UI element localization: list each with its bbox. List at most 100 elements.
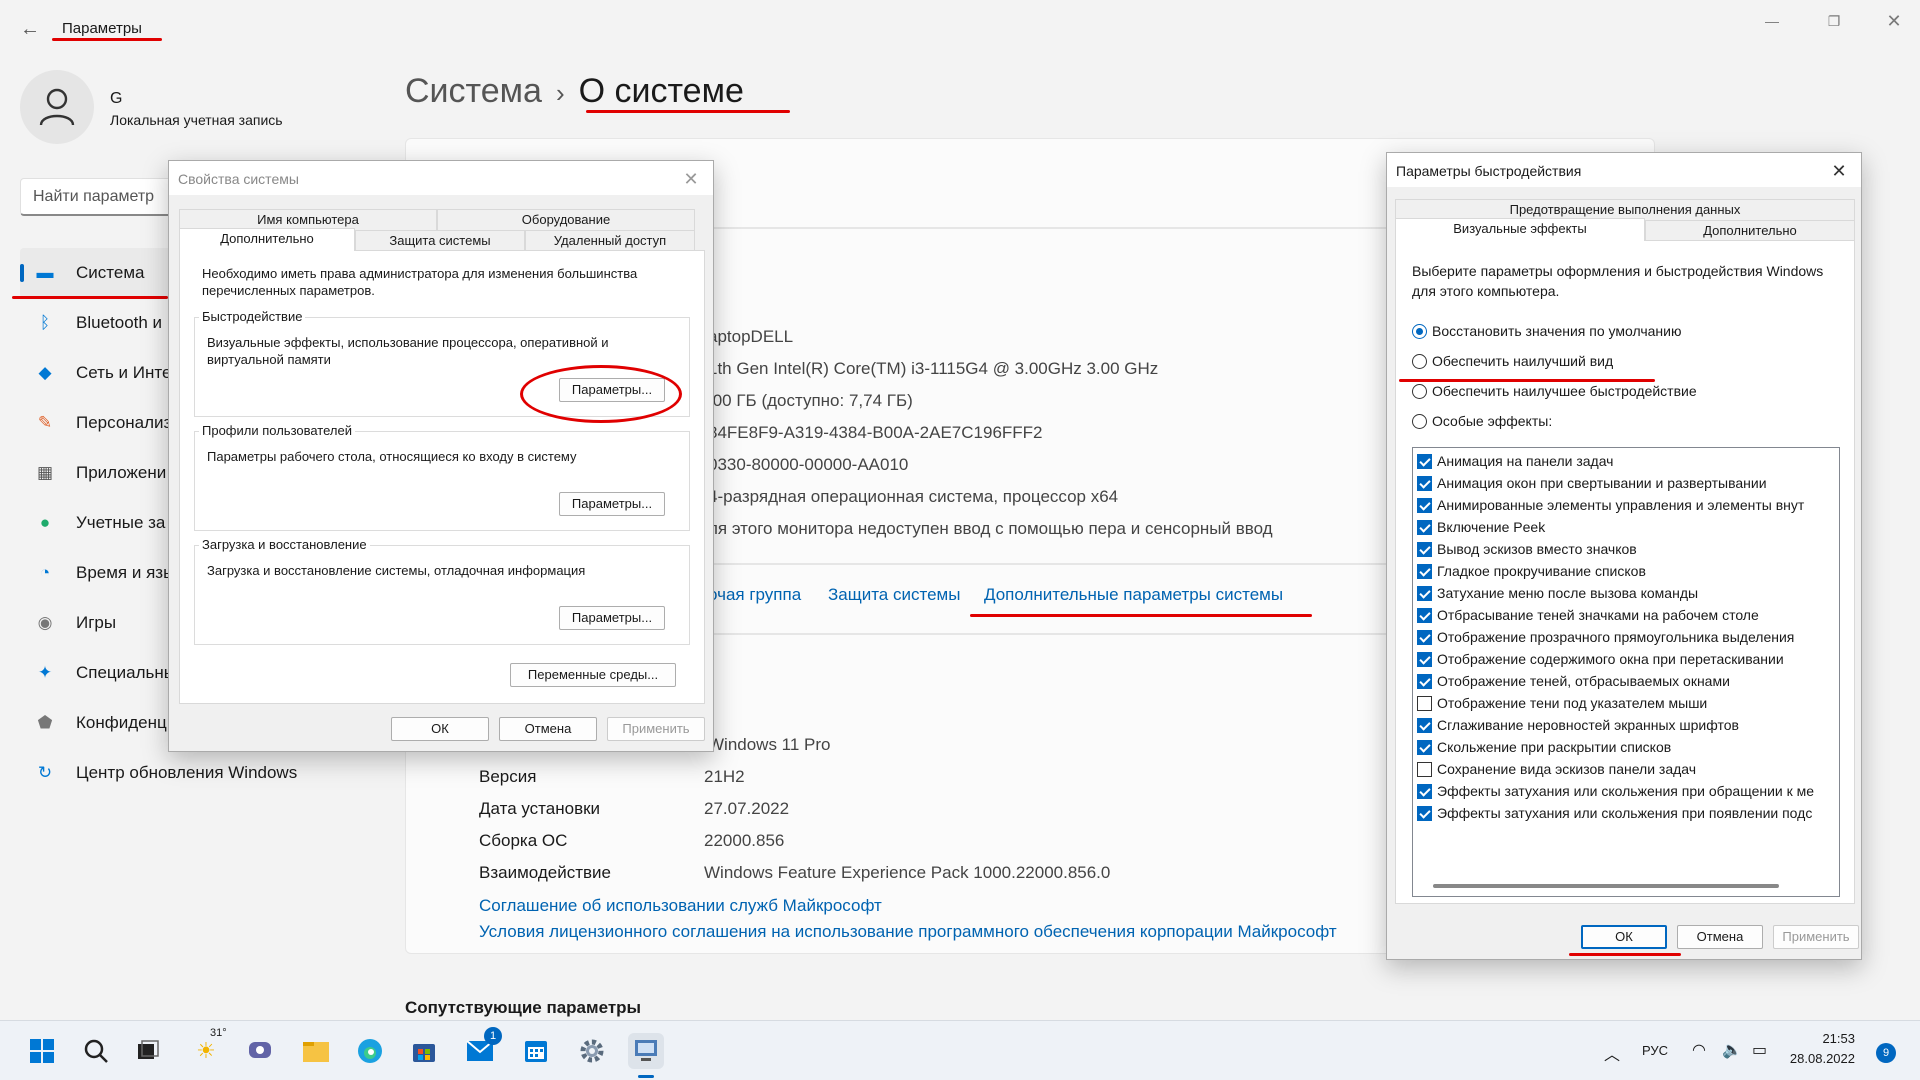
checkbox[interactable] bbox=[1417, 739, 1432, 755]
tab-remote[interactable]: Удаленный доступ bbox=[525, 230, 695, 251]
tab-system-protection[interactable]: Защита системы bbox=[355, 230, 525, 251]
effect-item[interactable]: Анимация окон при свертывании и разверты… bbox=[1417, 472, 1767, 494]
checkbox[interactable] bbox=[1417, 695, 1432, 711]
environment-variables-button[interactable]: Переменные среды... bbox=[510, 663, 676, 687]
weather-icon[interactable]: ☀ 31° bbox=[188, 1027, 227, 1069]
horizontal-scrollbar[interactable] bbox=[1433, 884, 1779, 888]
tab-advanced[interactable]: Дополнительно bbox=[179, 228, 355, 251]
radio-label: Обеспечить наилучшее быстродействие bbox=[1432, 383, 1697, 399]
tab-visual-effects[interactable]: Визуальные эффекты bbox=[1395, 218, 1645, 241]
ok-button[interactable]: ОК bbox=[1581, 925, 1667, 949]
effect-item[interactable]: Отображение теней, отбрасываемых окнами bbox=[1417, 670, 1730, 692]
effect-item[interactable]: Скольжение при раскрытии списков bbox=[1417, 736, 1671, 758]
radio-button[interactable] bbox=[1412, 413, 1427, 429]
effect-item[interactable]: Включение Peek bbox=[1417, 516, 1545, 538]
checkbox[interactable] bbox=[1417, 783, 1432, 799]
effect-item[interactable]: Отображение тени под указателем мыши bbox=[1417, 692, 1707, 714]
close-icon[interactable]: ✕ bbox=[1823, 159, 1855, 183]
cancel-button[interactable]: Отмена bbox=[1677, 925, 1763, 949]
settings-gear-icon[interactable] bbox=[574, 1033, 610, 1069]
effect-item[interactable]: Затухание меню после вызова команды bbox=[1417, 582, 1698, 604]
radio-option[interactable]: Обеспечить наилучший вид bbox=[1412, 353, 1613, 369]
radio-button[interactable] bbox=[1412, 353, 1427, 369]
minimize-button[interactable]: — bbox=[1752, 8, 1792, 34]
search-icon[interactable] bbox=[78, 1033, 114, 1069]
breadcrumb-parent[interactable]: Система bbox=[405, 72, 542, 110]
checkbox[interactable] bbox=[1417, 717, 1432, 733]
wifi-icon[interactable]: ◠ bbox=[1692, 1040, 1706, 1060]
effect-item[interactable]: Сглаживание неровностей экранных шрифтов bbox=[1417, 714, 1739, 736]
effect-item[interactable]: Сохранение вида эскизов панели задач bbox=[1417, 758, 1696, 780]
checkbox[interactable] bbox=[1417, 607, 1432, 623]
effects-list[interactable]: Анимация на панели задач Анимация окон пр… bbox=[1412, 447, 1840, 897]
calendar-icon[interactable] bbox=[518, 1033, 554, 1069]
maximize-button[interactable]: ❐ bbox=[1814, 8, 1854, 34]
sidebar-item[interactable]: ↻ Центр обновления Windows bbox=[20, 748, 320, 798]
effect-item[interactable]: Анимация на панели задач bbox=[1417, 450, 1613, 472]
checkbox[interactable] bbox=[1417, 497, 1432, 513]
clock-time[interactable]: 21:53 bbox=[1795, 1031, 1855, 1046]
checkbox[interactable] bbox=[1417, 519, 1432, 535]
ok-button[interactable]: ОК bbox=[391, 717, 489, 741]
startup-settings-button[interactable]: Параметры... bbox=[559, 606, 665, 630]
license-terms-link[interactable]: Условия лицензионного соглашения на испо… bbox=[479, 922, 1337, 942]
checkbox[interactable] bbox=[1417, 475, 1432, 491]
apply-button[interactable]: Применить bbox=[607, 717, 705, 741]
edge-icon[interactable] bbox=[352, 1033, 388, 1069]
radio-option[interactable]: Обеспечить наилучшее быстродействие bbox=[1412, 383, 1697, 399]
tab-dep[interactable]: Предотвращение выполнения данных bbox=[1395, 199, 1855, 220]
effect-item[interactable]: Отбрасывание теней значками на рабочем с… bbox=[1417, 604, 1759, 626]
effect-item[interactable]: Отображение содержимого окна при перетас… bbox=[1417, 648, 1784, 670]
checkbox[interactable] bbox=[1417, 629, 1432, 645]
checkbox[interactable] bbox=[1417, 563, 1432, 579]
checkbox[interactable] bbox=[1417, 651, 1432, 667]
file-explorer-icon[interactable] bbox=[298, 1033, 334, 1069]
tab-hardware[interactable]: Оборудование bbox=[437, 209, 695, 230]
tab-computer-name[interactable]: Имя компьютера bbox=[179, 209, 437, 230]
language-indicator[interactable]: РУС bbox=[1642, 1043, 1668, 1058]
clock-date[interactable]: 28.08.2022 bbox=[1775, 1051, 1855, 1066]
checkbox[interactable] bbox=[1417, 585, 1432, 601]
chevron-up-icon[interactable]: ︿ bbox=[1604, 1041, 1620, 1065]
profiles-settings-button[interactable]: Параметры... bbox=[559, 492, 665, 516]
effect-item[interactable]: Эффекты затухания или скольжения при поя… bbox=[1417, 802, 1812, 824]
volume-icon[interactable]: 🔈 bbox=[1722, 1040, 1742, 1060]
store-icon[interactable] bbox=[406, 1033, 442, 1069]
close-icon[interactable]: ✕ bbox=[675, 167, 707, 191]
advanced-system-settings-link[interactable]: Дополнительные параметры системы bbox=[984, 585, 1283, 605]
effect-item[interactable]: Вывод эскизов вместо значков bbox=[1417, 538, 1637, 560]
radio-button[interactable] bbox=[1412, 383, 1427, 399]
cancel-button[interactable]: Отмена bbox=[499, 717, 597, 741]
group-desc: Параметры рабочего стола, относящиеся ко… bbox=[207, 449, 577, 464]
effect-item[interactable]: Гладкое прокручивание списков bbox=[1417, 560, 1646, 582]
effect-item[interactable]: Эффекты затухания или скольжения при обр… bbox=[1417, 780, 1814, 802]
checkbox[interactable] bbox=[1417, 541, 1432, 557]
chat-icon[interactable] bbox=[242, 1033, 278, 1069]
account-type: Локальная учетная запись bbox=[110, 112, 283, 128]
visual-effects-panel: Выберите параметры оформления и быстроде… bbox=[1395, 240, 1855, 904]
checkbox[interactable] bbox=[1417, 453, 1432, 469]
start-icon[interactable] bbox=[24, 1033, 60, 1069]
radio-option[interactable]: Особые эффекты: bbox=[1412, 413, 1552, 429]
search-input[interactable]: Найти параметр bbox=[20, 178, 190, 216]
notification-badge[interactable]: 9 bbox=[1876, 1043, 1896, 1063]
checkbox[interactable] bbox=[1417, 673, 1432, 689]
sidebar-item-label: Учетные за bbox=[76, 513, 166, 532]
spec-value: 4-разрядная операционная система, процес… bbox=[708, 487, 1119, 506]
tab-advanced[interactable]: Дополнительно bbox=[1645, 220, 1855, 241]
close-button[interactable]: ✕ bbox=[1874, 8, 1914, 34]
radio-option[interactable]: Восстановить значения по умолчанию bbox=[1412, 323, 1681, 339]
system-protection-link[interactable]: Защита системы bbox=[828, 585, 960, 605]
back-arrow-icon[interactable]: ← bbox=[20, 18, 42, 40]
checkbox[interactable] bbox=[1417, 805, 1432, 821]
effect-item[interactable]: Отображение прозрачного прямоугольника в… bbox=[1417, 626, 1794, 648]
task-view-icon[interactable] bbox=[130, 1033, 166, 1069]
system-properties-taskbar-icon[interactable] bbox=[628, 1033, 664, 1069]
radio-button[interactable] bbox=[1412, 323, 1427, 339]
effect-item[interactable]: Анимированные элементы управления и элем… bbox=[1417, 494, 1804, 516]
battery-icon[interactable]: ▭ bbox=[1752, 1040, 1767, 1060]
apply-button[interactable]: Применить bbox=[1773, 925, 1859, 949]
workgroup-link[interactable]: очая группа bbox=[708, 585, 801, 605]
services-agreement-link[interactable]: Соглашение об использовании служб Майкро… bbox=[479, 896, 882, 916]
checkbox[interactable] bbox=[1417, 761, 1432, 777]
